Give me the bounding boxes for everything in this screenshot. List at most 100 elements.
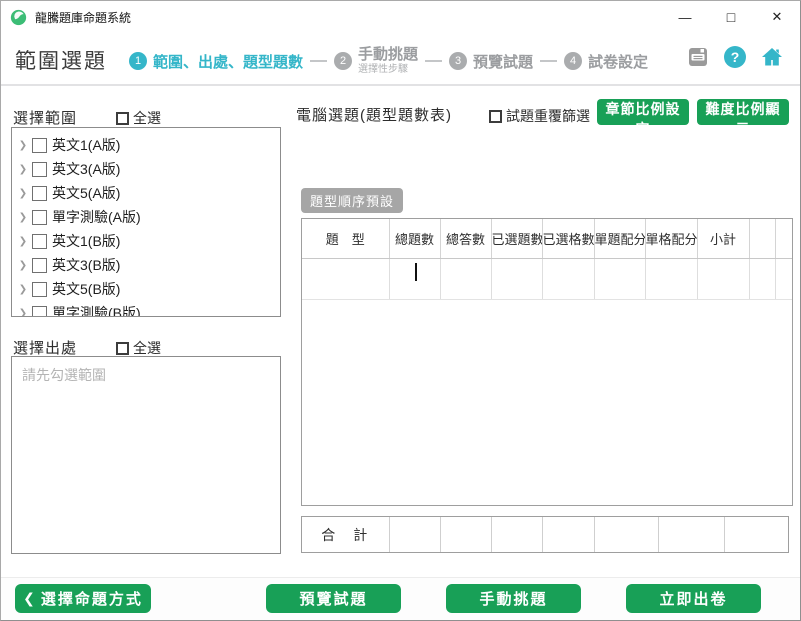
page-header: 範圍選題 1 範圍、出處、題型題數 2 手動挑題 選擇性步驟 3 預覽試題 4: [1, 33, 800, 86]
tree-item-checkbox[interactable]: [32, 234, 47, 249]
source-select-all-label: 全選: [133, 338, 161, 358]
difficulty-ratio-button[interactable]: 難度比例顯示: [697, 99, 789, 125]
step-2-label: 手動挑題: [358, 47, 418, 64]
col-header-selected-questions: 已選題數: [491, 219, 542, 258]
tree-item-checkbox[interactable]: [32, 138, 47, 153]
tree-item-range[interactable]: ❯ 英文1(A版): [16, 133, 276, 157]
minimize-button[interactable]: —: [662, 1, 708, 33]
chapter-ratio-button[interactable]: 章節比例設定: [597, 99, 689, 125]
col-header-points-per-blank: 單格配分: [645, 219, 697, 258]
manual-pick-button[interactable]: 手動挑題: [446, 584, 581, 613]
tree-item-checkbox[interactable]: [32, 210, 47, 225]
step-3-preview[interactable]: 3 預覽試題: [449, 51, 533, 72]
step-4-paper-settings[interactable]: 4 試卷設定: [564, 51, 648, 72]
tree-item-range[interactable]: ❯ 單字測驗(A版): [16, 205, 276, 229]
preview-questions-button[interactable]: 預覽試題: [266, 584, 401, 613]
tree-item-checkbox[interactable]: [32, 282, 47, 297]
duplicate-filter-checkbox[interactable]: [489, 110, 502, 123]
step-4-label: 試卷設定: [588, 51, 648, 72]
tree-item-range[interactable]: ❯ 英文1(B版): [16, 229, 276, 253]
tree-item-range[interactable]: ❯ 英文3(A版): [16, 157, 276, 181]
source-section-title: 選擇出處: [13, 337, 77, 358]
totals-points-per-question: [594, 517, 658, 552]
totals-row: 合 計: [302, 517, 788, 552]
cell-total-questions-input[interactable]: [389, 258, 440, 299]
step-4-number: 4: [564, 52, 582, 70]
totals-label: 合 計: [302, 517, 389, 552]
chevron-right-icon[interactable]: ❯: [16, 308, 30, 318]
source-select-all-checkbox[interactable]: [116, 342, 129, 355]
window-title: 龍騰題庫命題系統: [35, 9, 131, 26]
chevron-right-icon[interactable]: ❯: [16, 260, 30, 271]
step-separator: [540, 60, 557, 62]
help-button[interactable]: ?: [723, 45, 747, 69]
cell-subtotal[interactable]: [697, 258, 749, 299]
col-header-total-answers: 總答數: [440, 219, 491, 258]
chevron-right-icon[interactable]: ❯: [16, 140, 30, 151]
tree-item-label[interactable]: 英文1(A版): [52, 135, 120, 155]
totals-total-questions: [389, 517, 440, 552]
help-icon: ?: [724, 46, 746, 68]
tree-item-range[interactable]: ❯ 英文5(B版): [16, 277, 276, 301]
app-window: 龍騰題庫命題系統 — □ ✕ 範圍選題 1 範圍、出處、題型題數 2 手動挑題 …: [0, 0, 801, 621]
footer-bar: ❮ 選擇命題方式 預覽試題 手動挑題 立即出卷: [1, 577, 800, 621]
range-select-all[interactable]: 全選: [116, 108, 161, 128]
totals-selected-questions: [491, 517, 542, 552]
chevron-right-icon[interactable]: ❯: [16, 188, 30, 199]
text-cursor: [415, 263, 417, 281]
maximize-button[interactable]: □: [708, 1, 754, 33]
source-select-all[interactable]: 全選: [116, 338, 161, 358]
type-order-preset-button[interactable]: 題型順序預設: [301, 188, 403, 213]
tree-item-label[interactable]: 單字測驗(B版): [52, 303, 141, 317]
app-logo-icon: [10, 9, 27, 26]
back-to-mode-button[interactable]: ❮ 選擇命題方式: [15, 584, 151, 613]
cell-type[interactable]: [302, 258, 389, 299]
step-1-range[interactable]: 1 範圍、出處、題型題數: [129, 51, 303, 72]
tree-item-label[interactable]: 英文3(A版): [52, 159, 120, 179]
page-title: 範圍選題: [15, 45, 107, 75]
cell-points-per-blank[interactable]: [645, 258, 697, 299]
cell-selected-questions[interactable]: [491, 258, 542, 299]
header-icons: ?: [686, 45, 784, 69]
cell-selected-blanks[interactable]: [542, 258, 594, 299]
tree-item-checkbox[interactable]: [32, 306, 47, 318]
question-type-table: 題 型 總題數 總答數 已選題數 已選格數 單題配分 單格配分 小計: [301, 218, 793, 506]
tree-item-label[interactable]: 單字測驗(A版): [52, 207, 141, 227]
totals-bar: 合 計: [301, 516, 789, 553]
col-header-empty: [749, 219, 775, 258]
tree-item-checkbox[interactable]: [32, 162, 47, 177]
range-tree[interactable]: ❯ 英文1(A版) ❯ 英文3(A版) ❯ 英文5(A版) ❯ 單字測驗(A版)…: [11, 127, 281, 317]
step-2-number: 2: [334, 52, 352, 70]
chevron-right-icon[interactable]: ❯: [16, 164, 30, 175]
step-3-number: 3: [449, 52, 467, 70]
tree-item-checkbox[interactable]: [32, 186, 47, 201]
step-2-manual-pick[interactable]: 2 手動挑題 選擇性步驟: [334, 47, 418, 76]
tree-item-label[interactable]: 英文3(B版): [52, 255, 120, 275]
close-button[interactable]: ✕: [754, 1, 800, 33]
generate-paper-button[interactable]: 立即出卷: [626, 584, 761, 613]
tree-item-range[interactable]: ❯ 英文5(A版): [16, 181, 276, 205]
tree-item-label[interactable]: 英文5(A版): [52, 183, 120, 203]
chevron-right-icon[interactable]: ❯: [16, 236, 30, 247]
source-list[interactable]: 請先勾選範圍: [11, 356, 281, 554]
home-button[interactable]: [760, 45, 784, 69]
tree-item-range[interactable]: ❯ 單字測驗(B版): [16, 301, 276, 317]
chevron-right-icon[interactable]: ❯: [16, 212, 30, 223]
cell-points-per-question[interactable]: [594, 258, 645, 299]
tree-item-label[interactable]: 英文5(B版): [52, 279, 120, 299]
tree-item-range[interactable]: ❯ 英文3(B版): [16, 253, 276, 277]
tree-item-checkbox[interactable]: [32, 258, 47, 273]
duplicate-filter[interactable]: 試題重覆篩選: [489, 106, 590, 126]
totals-total-answers: [440, 517, 491, 552]
tree-item-label[interactable]: 英文1(B版): [52, 231, 120, 251]
wizard-stepper: 1 範圍、出處、題型題數 2 手動挑題 選擇性步驟 3 預覽試題 4 試卷設定: [129, 39, 648, 83]
chevron-right-icon[interactable]: ❯: [16, 284, 30, 295]
cell-total-answers[interactable]: [440, 258, 491, 299]
range-select-all-checkbox[interactable]: [116, 112, 129, 125]
cell-empty: [775, 258, 792, 299]
totals-subtotal: [724, 517, 788, 552]
save-button[interactable]: [686, 45, 710, 69]
table-row: [302, 258, 792, 299]
source-placeholder: 請先勾選範圍: [22, 365, 270, 385]
col-header-selected-blanks: 已選格數: [542, 219, 594, 258]
